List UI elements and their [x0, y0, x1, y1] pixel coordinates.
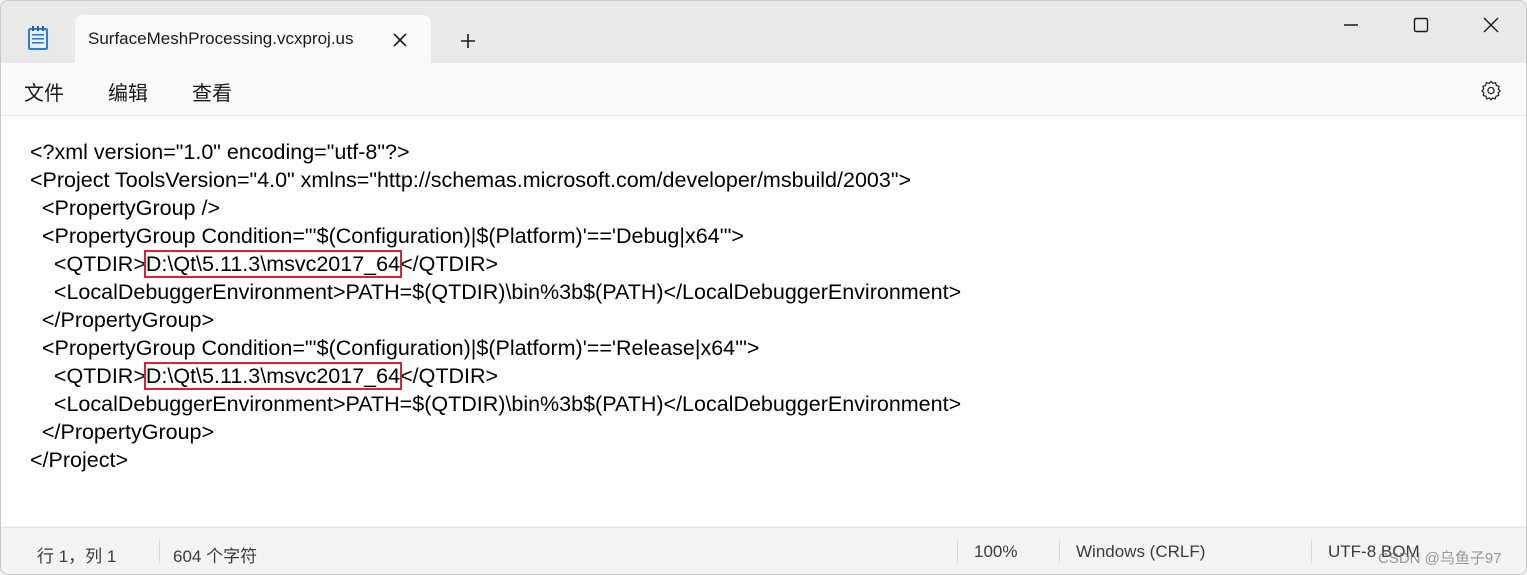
close-icon	[1483, 17, 1499, 33]
notepad-window: SurfaceMeshProcessing.vcxproj.us 文件 编辑 查…	[0, 0, 1527, 575]
menu-file[interactable]: 文件	[24, 77, 64, 106]
status-divider	[159, 539, 160, 563]
watermark-text: CSDN @乌鱼子97	[1378, 550, 1502, 567]
code-text: </QTDIR>	[400, 364, 499, 388]
status-divider	[1311, 539, 1312, 563]
minimize-button[interactable]	[1316, 1, 1386, 49]
code-line: </PropertyGroup>	[30, 308, 215, 332]
code-line: <LocalDebuggerEnvironment>PATH=$(QTDIR)\…	[30, 280, 962, 304]
close-window-button[interactable]	[1456, 1, 1526, 49]
settings-button[interactable]	[1476, 75, 1506, 105]
code-line: <PropertyGroup Condition="'$(Configurati…	[30, 224, 744, 248]
status-divider	[1059, 539, 1060, 563]
gear-icon	[1481, 80, 1501, 101]
plus-icon	[461, 34, 475, 48]
highlighted-path: D:\Qt\5.11.3\msvc2017_64	[143, 362, 403, 390]
title-bar[interactable]: SurfaceMeshProcessing.vcxproj.us	[1, 1, 1526, 63]
highlighted-path: D:\Qt\5.11.3\msvc2017_64	[143, 250, 403, 278]
code-line: <QTDIR>D:\Qt\5.11.3\msvc2017_64</QTDIR>	[30, 362, 961, 390]
code-text: </QTDIR>	[400, 252, 499, 276]
cursor-position: 行 1，列 1	[37, 547, 117, 566]
menu-edit[interactable]: 编辑	[108, 77, 148, 106]
code-line: <PropertyGroup Condition="'$(Configurati…	[30, 336, 760, 360]
code-line: <PropertyGroup />	[30, 196, 221, 220]
text-editor[interactable]: <?xml version="1.0" encoding="utf-8"?> <P…	[1, 116, 1526, 526]
tab-close-button[interactable]	[387, 27, 413, 53]
code-line: <?xml version="1.0" encoding="utf-8"?>	[30, 140, 410, 164]
menu-bar: 文件 编辑 查看	[1, 63, 1526, 116]
code-line: </PropertyGroup>	[30, 420, 215, 444]
line-ending[interactable]: Windows (CRLF)	[1076, 542, 1205, 562]
editor-content[interactable]: <?xml version="1.0" encoding="utf-8"?> <P…	[30, 138, 961, 474]
status-divider	[957, 539, 958, 563]
maximize-icon	[1413, 17, 1429, 33]
code-line: <Project ToolsVersion="4.0" xmlns="http:…	[30, 168, 912, 192]
menu-view[interactable]: 查看	[192, 77, 232, 106]
zoom-level[interactable]: 100%	[974, 542, 1017, 562]
code-text: <QTDIR>	[30, 252, 146, 276]
code-line: <QTDIR>D:\Qt\5.11.3\msvc2017_64</QTDIR>	[30, 250, 961, 278]
tab-title: SurfaceMeshProcessing.vcxproj.us	[88, 29, 354, 48]
notepad-app-icon	[28, 26, 48, 50]
status-bar: 行 1，列 1 604 个字符 100% Windows (CRLF) UTF-…	[1, 527, 1526, 574]
code-text: <QTDIR>	[30, 364, 146, 388]
new-tab-button[interactable]	[453, 26, 483, 56]
code-line: </Project>	[30, 448, 128, 472]
minimize-icon	[1344, 24, 1358, 26]
close-icon	[393, 33, 407, 47]
tab-file[interactable]: SurfaceMeshProcessing.vcxproj.us	[75, 15, 431, 63]
code-line: <LocalDebuggerEnvironment>PATH=$(QTDIR)\…	[30, 392, 962, 416]
character-count: 604 个字符	[173, 547, 258, 566]
maximize-button[interactable]	[1386, 1, 1456, 49]
